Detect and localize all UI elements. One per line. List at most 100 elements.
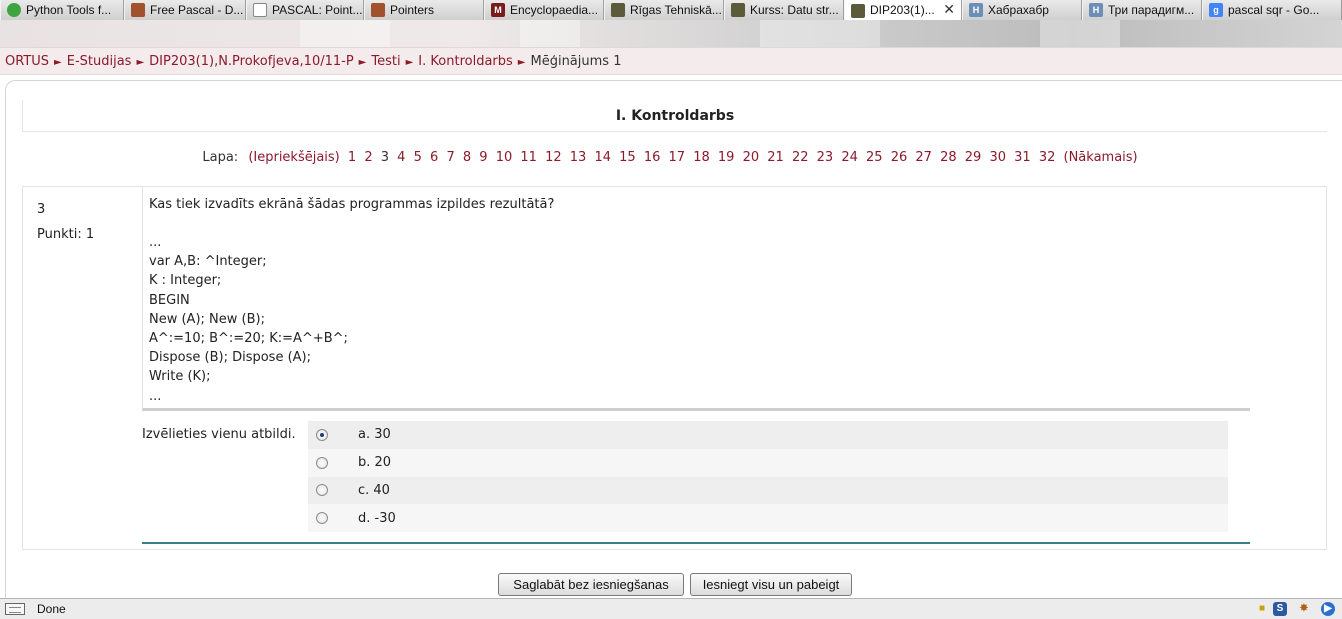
breadcrumb-link-testi[interactable]: Testi [371,54,400,69]
pager-page-link[interactable]: 32 [1039,150,1056,165]
breadcrumb-separator-icon: ► [405,57,414,68]
free-pascal-icon [371,3,385,17]
submit-all-button[interactable]: Iesniegt visu un pabeigt [690,573,852,596]
code-line: A^:=10; B^:=20; K:=A^+B^; [149,331,348,347]
pager-current-page: 3 [380,150,390,165]
pager-page-link[interactable]: 19 [718,150,735,165]
pager-page-link[interactable]: 5 [414,150,422,165]
answer-list: a. 30 b. 20 c. 40 d. -30 [308,421,1228,532]
browser-tab[interactable]: g pascal sqr - Go... [1202,0,1342,20]
question-info: 3 Punkti: 1 [37,197,94,247]
browser-tab-label: Rīgas Tehniskā... [630,2,722,17]
breadcrumb-separator-icon: ► [358,57,367,68]
browser-tab-label: Хабрахабр [988,2,1049,17]
pager-page-link[interactable]: 31 [1014,150,1031,165]
answer-label[interactable]: c. 40 [358,483,390,498]
status-panel-icon[interactable] [5,603,25,615]
answer-radio[interactable] [316,456,328,469]
pager-page-link[interactable]: 7 [446,150,454,165]
answer-option[interactable]: c. 40 [308,476,1228,505]
answer-option[interactable]: b. 20 [308,448,1228,477]
pager-page-link[interactable]: 2 [364,150,372,165]
answer-radio[interactable] [316,512,328,525]
skype-icon[interactable]: S [1273,602,1287,616]
browser-tab-bar: Python Tools f... Free Pascal - D... PASCA… [0,0,1342,21]
pager-page-link[interactable]: 26 [891,150,908,165]
pager-next-link[interactable]: (Nākamais) [1064,150,1138,165]
pager-page-link[interactable]: 11 [520,150,537,165]
info-icon[interactable]: ▶ [1321,602,1335,616]
answer-label[interactable]: b. 20 [358,455,391,470]
browser-tab[interactable]: Free Pascal - D... [124,0,246,20]
browser-tab-label: pascal sqr - Go... [1228,2,1320,17]
breadcrumb-link-course[interactable]: DIP203(1),N.Prokofjeva,10/11-P [149,54,354,69]
breadcrumb-link-quiz[interactable]: I. Kontroldarbs [418,54,512,69]
document-icon [253,3,267,17]
question-code: ... var A,B: ^Integer; K : Integer; BEGIN Ne… [149,233,1244,406]
pager-page-link[interactable]: 16 [644,150,661,165]
pager-page-link[interactable]: 30 [989,150,1006,165]
browser-tab-label: Pointers [390,2,435,17]
encyclopaedia-icon: M [491,3,505,17]
browser-tab[interactable]: H Три парадигм... [1082,0,1202,20]
browser-tab[interactable]: Python Tools f... [0,0,124,20]
question-number: 3 [37,202,46,217]
browser-tab[interactable]: Rīgas Tehniskā... [604,0,724,20]
question-box: 3 Punkti: 1 Kas tiek izvadīts ekrānā šād… [22,186,1327,550]
save-without-submit-button[interactable]: Saglabāt bez iesniegšanas [498,573,684,596]
browser-tab[interactable]: Pointers [364,0,484,20]
breadcrumb-current: Mēģinājums 1 [530,54,622,69]
browser-tab[interactable]: DIP203(1)... ✕ [844,0,962,21]
close-tab-icon[interactable]: ✕ [943,0,955,19]
python-tools-icon [7,3,21,17]
pager-page-link[interactable]: 22 [792,150,809,165]
pager-page-link[interactable]: 27 [915,150,932,165]
pager-page-link[interactable]: 14 [594,150,611,165]
breadcrumb-separator-icon: ► [136,57,145,68]
pager-page-link[interactable]: 25 [866,150,883,165]
answer-option[interactable]: a. 30 [308,421,1228,449]
pager-page-link[interactable]: 29 [965,150,982,165]
browser-tab[interactable]: M Encyclopaedia... [484,0,604,20]
code-line: K : Integer; [149,273,222,289]
google-icon: g [1209,3,1223,17]
code-line: Dispose (B); Dispose (A); [149,350,311,366]
pager-page-link[interactable]: 18 [693,150,710,165]
browser-tab-label: Encyclopaedia... [510,2,599,17]
browser-tab-label: Kurss: Datu str... [750,2,839,17]
browser-tab[interactable]: H Хабрахабр [962,0,1082,20]
rtu-shield-icon [611,3,625,17]
pager-page-link[interactable]: 28 [940,150,957,165]
pager-page-link[interactable]: 20 [743,150,760,165]
code-line: var A,B: ^Integer; [149,254,267,270]
breadcrumb-link-e-studijas[interactable]: E-Studijas [67,54,132,69]
browser-tab[interactable]: PASCAL: Point... [246,0,364,20]
answer-label[interactable]: a. 30 [358,427,391,442]
pager-page-link[interactable]: 24 [841,150,858,165]
breadcrumb-link-ortus[interactable]: ORTUS [5,54,49,69]
pager-page-link[interactable]: 13 [570,150,587,165]
lock-icon[interactable]: ■ [1255,602,1269,616]
addon-icon[interactable]: ✸ [1297,602,1311,616]
quiz-pager: Lapa: (Iepriekšējais) 1 2 3 4 5 6 7 8 9 … [0,150,1342,165]
pager-page-link[interactable]: 8 [463,150,471,165]
pager-page-link[interactable]: 10 [496,150,513,165]
pager-prev-link[interactable]: (Iepriekšējais) [248,150,339,165]
site-header-banner [0,20,1342,47]
pager-page-link[interactable]: 15 [619,150,636,165]
pager-page-link[interactable]: 17 [669,150,686,165]
pager-page-link[interactable]: 23 [817,150,834,165]
answer-radio[interactable] [316,484,328,497]
pager-page-link[interactable]: 9 [479,150,487,165]
pager-page-link[interactable]: 12 [545,150,562,165]
pager-page-link[interactable]: 1 [348,150,356,165]
browser-status-bar: Done ■ S ✸ ▶ [0,598,1342,619]
pager-page-link[interactable]: 6 [430,150,438,165]
answer-radio[interactable] [316,428,328,441]
browser-tab[interactable]: Kurss: Datu str... [724,0,844,20]
breadcrumb: ORTUS ► E-Studijas ► DIP203(1),N.Prokofjeva,… [0,47,1342,75]
pager-page-link[interactable]: 21 [767,150,784,165]
answer-option[interactable]: d. -30 [308,504,1228,532]
answer-label[interactable]: d. -30 [358,511,396,526]
pager-page-link[interactable]: 4 [397,150,405,165]
